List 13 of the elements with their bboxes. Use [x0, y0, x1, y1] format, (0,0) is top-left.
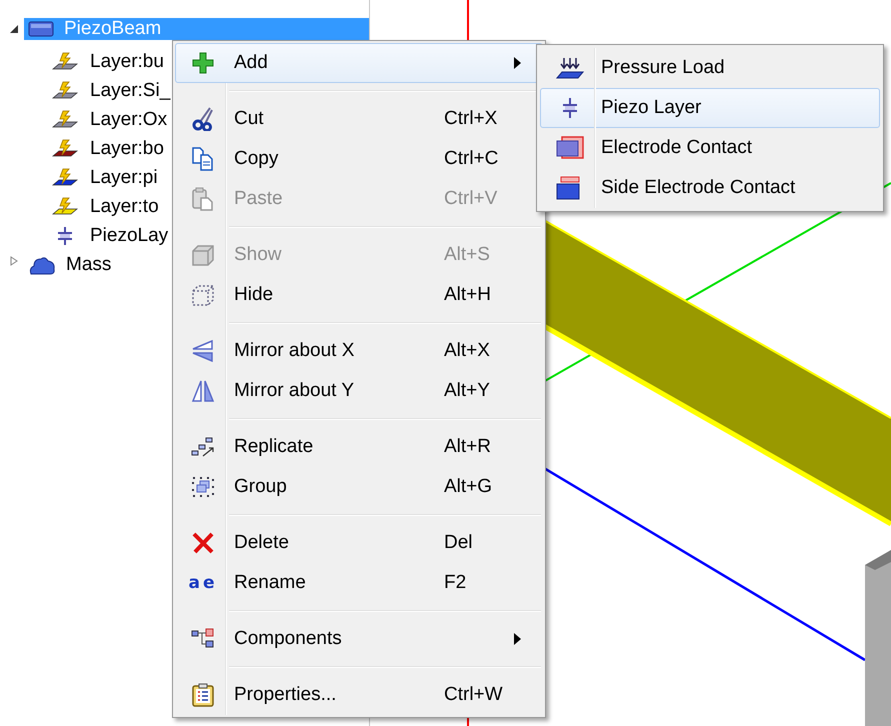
shortcut-label: Alt+Y	[444, 380, 490, 402]
shortcut-label: Ctrl+C	[444, 148, 498, 170]
rename-icon: ae	[188, 573, 218, 593]
shortcut-label: Del	[444, 532, 473, 554]
shortcut-label: Ctrl+X	[444, 108, 498, 130]
shortcut-label: F2	[444, 572, 466, 594]
shortcut-label: Alt+R	[444, 436, 491, 458]
shortcut-label: Alt+G	[444, 476, 492, 498]
shortcut-label: Alt+H	[444, 284, 491, 306]
shortcut-label: Ctrl+V	[444, 188, 498, 210]
shortcut-label: Alt+S	[444, 244, 490, 266]
shortcut-label: Ctrl+W	[444, 684, 503, 706]
shortcut-label: Alt+X	[444, 340, 490, 362]
